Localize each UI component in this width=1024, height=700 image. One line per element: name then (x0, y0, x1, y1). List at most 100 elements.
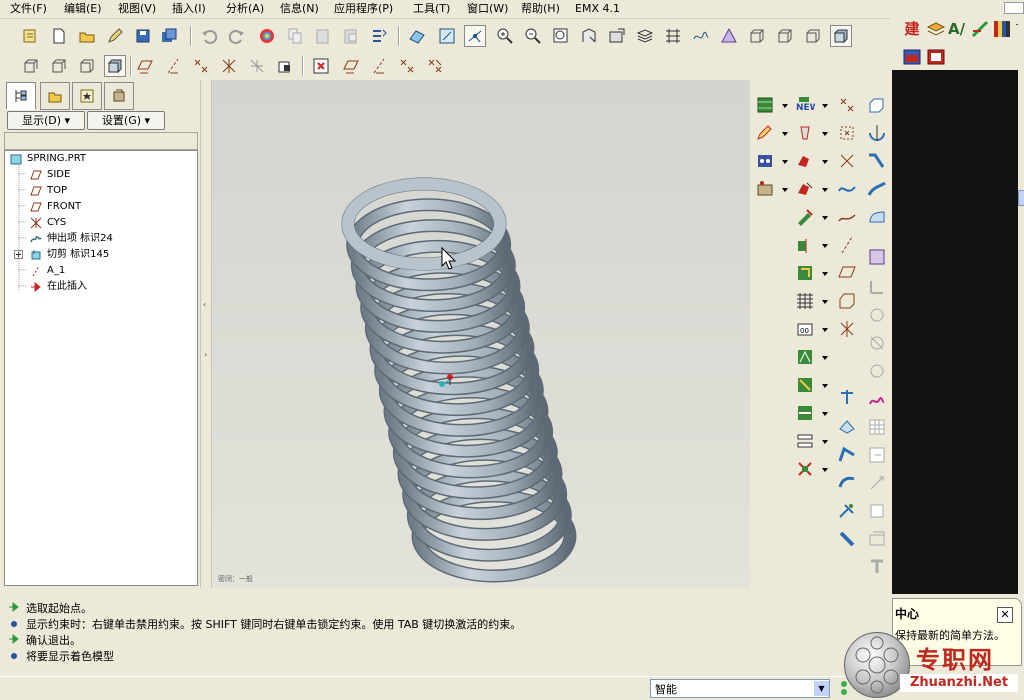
pattern-icon[interactable] (794, 206, 816, 228)
datum-point-tool-icon[interactable] (396, 55, 418, 77)
edit-pencil-icon[interactable] (104, 25, 126, 47)
datum-axis-icon[interactable] (836, 386, 858, 408)
spinal-bend-icon[interactable] (866, 500, 888, 522)
spin-center-icon[interactable] (464, 25, 486, 47)
family-table-icon[interactable] (754, 178, 776, 200)
shaded-cube-icon[interactable] (104, 55, 126, 77)
save-copy-icon[interactable] (158, 25, 180, 47)
zoom-in-icon[interactable] (494, 25, 516, 47)
coord-sys-icon[interactable] (218, 55, 240, 77)
project-icon[interactable] (794, 430, 816, 452)
new-session-icon[interactable] (20, 25, 42, 47)
menu-info[interactable]: 信息(N) (278, 1, 321, 17)
tree-item-side[interactable]: SIDE (29, 167, 70, 182)
tab-model-tree[interactable] (6, 82, 36, 110)
menu-analysis[interactable]: 分析(A) (224, 1, 266, 17)
thicken-icon[interactable] (794, 346, 816, 368)
line-style-icon[interactable] (970, 19, 990, 42)
blend-icon[interactable] (866, 178, 888, 200)
reorient-icon[interactable] (578, 25, 600, 47)
datum-csys-tool-icon[interactable] (424, 55, 446, 77)
menu-window[interactable]: 窗口(W) (465, 1, 510, 17)
datum-plane-tool-icon[interactable] (340, 55, 362, 77)
window-layout-icon[interactable] (902, 47, 922, 70)
tab-folder-browser[interactable] (40, 82, 70, 110)
graphics-window[interactable]: 密闭：一般 (212, 80, 750, 588)
close-window-icon[interactable] (310, 55, 332, 77)
datum-curve-icon[interactable] (836, 178, 858, 200)
tree-item-front[interactable]: FRONT (29, 199, 81, 214)
tree-item-csys[interactable]: CYS (29, 215, 66, 230)
round-icon[interactable] (866, 360, 888, 382)
close-icon[interactable]: ✕ (997, 607, 1013, 623)
save-icon[interactable] (132, 25, 154, 47)
program-icon[interactable] (794, 150, 816, 172)
cube-view-icon[interactable] (48, 55, 70, 77)
menu-view[interactable]: 视图(V) (116, 1, 158, 17)
menu-applications[interactable]: 应用程序(P) (332, 1, 395, 17)
datum-point-tool-icon[interactable] (836, 94, 858, 116)
intersect-icon[interactable] (794, 458, 816, 480)
redo-icon[interactable] (226, 25, 248, 47)
hidden-line-icon[interactable] (774, 25, 796, 47)
regen-manager-icon[interactable] (368, 25, 390, 47)
tree-item-cut[interactable]: 切剪 标识145 (13, 247, 109, 262)
curve-icon[interactable] (836, 206, 858, 228)
boundary-blend-icon[interactable] (866, 206, 888, 228)
paste-special-icon[interactable] (340, 25, 362, 47)
saved-views-icon[interactable] (606, 25, 628, 47)
settings-dropdown[interactable]: 设置(G) ▾ (87, 111, 165, 130)
wireframe-icon[interactable] (746, 25, 768, 47)
revolve-icon[interactable] (866, 122, 888, 144)
menu-help[interactable]: 帮助(H) (519, 1, 562, 17)
extend-icon[interactable] (794, 402, 816, 424)
new-feature-icon[interactable]: NEW (794, 94, 816, 116)
datum-group-icon[interactable] (836, 290, 858, 312)
panel-splitter[interactable]: ‹ › (200, 80, 212, 588)
parameters-icon[interactable] (794, 178, 816, 200)
solidify-icon[interactable] (794, 374, 816, 396)
feature-edit-icon[interactable] (754, 122, 776, 144)
extrude-icon[interactable] (866, 94, 888, 116)
mirror-icon[interactable] (794, 234, 816, 256)
view-manager-icon[interactable] (662, 25, 684, 47)
helical-sweep-icon[interactable] (836, 444, 858, 466)
layers-icon[interactable] (634, 25, 656, 47)
layers-stack-icon[interactable] (926, 19, 946, 42)
splitter-arrow-icon[interactable]: › (204, 350, 207, 359)
thin-feature-icon[interactable] (836, 416, 858, 438)
scrollbar-thumb[interactable] (1018, 190, 1024, 206)
draft-icon[interactable] (866, 332, 888, 354)
hole-icon[interactable] (866, 246, 888, 268)
shaded-icon[interactable] (830, 25, 852, 47)
menu-tools[interactable]: 工具(T) (411, 1, 452, 17)
tile-windows-icon[interactable] (926, 47, 946, 70)
sweep-tool-icon[interactable] (866, 150, 888, 172)
datum-axes-icon[interactable] (162, 55, 184, 77)
offset-csys-icon[interactable] (836, 150, 858, 172)
menu-file[interactable]: 文件(F) (8, 1, 49, 17)
merge-icon[interactable] (794, 262, 816, 284)
color-palette-icon[interactable] (992, 19, 1012, 42)
sketch-view-icon[interactable] (406, 25, 428, 47)
menu-insert[interactable]: 插入(I) (170, 1, 208, 17)
paste-icon[interactable] (312, 25, 334, 47)
datum-axis-tool-icon[interactable] (836, 234, 858, 256)
copy-icon[interactable] (284, 25, 306, 47)
cube-view-2-icon[interactable] (76, 55, 98, 77)
datum-display-icon[interactable] (690, 25, 712, 47)
tree-item-protrusion[interactable]: 伸出项 标识24 (29, 231, 113, 246)
open-folder-icon[interactable] (76, 25, 98, 47)
menu-emx[interactable]: EMX 4.1 (573, 1, 622, 17)
datum-planes-icon[interactable] (134, 55, 156, 77)
tree-item-top[interactable]: TOP (29, 183, 67, 198)
variable-sweep-icon[interactable] (836, 472, 858, 494)
csys-tool-icon[interactable] (836, 318, 858, 340)
refit-icon[interactable] (550, 25, 572, 47)
ear-icon[interactable] (866, 556, 888, 578)
zoom-out-icon[interactable] (522, 25, 544, 47)
rib-icon[interactable] (866, 304, 888, 326)
pipe-icon[interactable] (866, 444, 888, 466)
text-style-icon[interactable]: A/ (948, 19, 965, 39)
annotation-icon[interactable] (274, 55, 296, 77)
